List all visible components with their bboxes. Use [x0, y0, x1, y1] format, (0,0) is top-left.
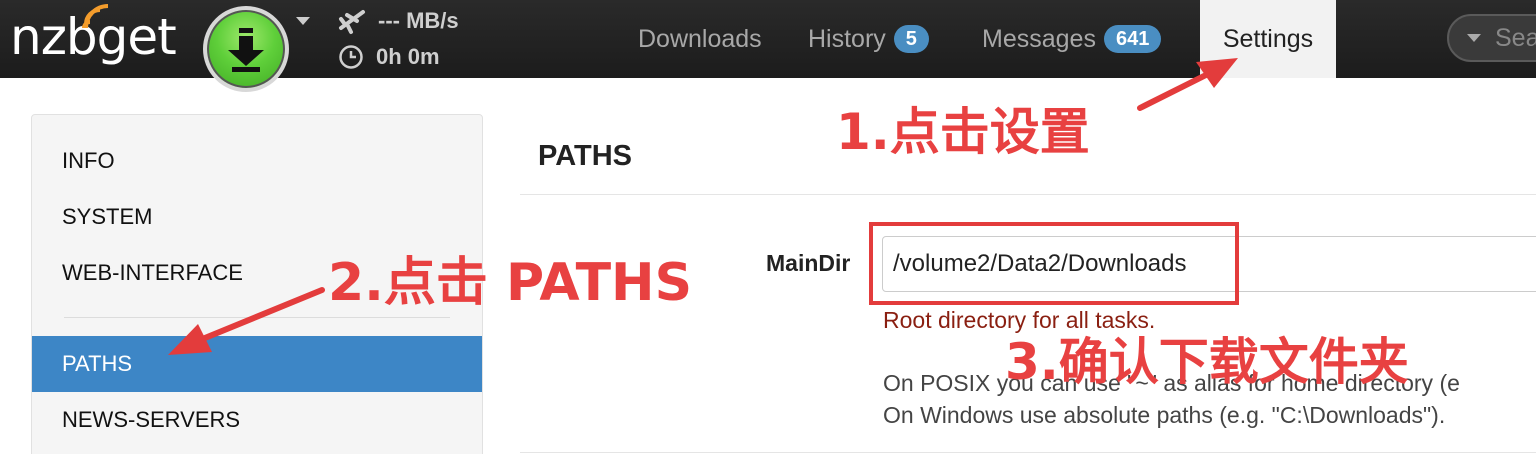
annotation-step3: 3.确认下载文件夹: [1005, 333, 1409, 391]
annotation-step1: 1.点击设置: [836, 103, 1090, 161]
arrow-head-icon: [168, 324, 212, 355]
arrow-head-icon: [1196, 58, 1238, 88]
arrow-to-paths: [197, 287, 325, 343]
annotation-step2: 2.点击 PATHS: [328, 253, 693, 313]
arrow-to-settings: [1137, 69, 1215, 111]
